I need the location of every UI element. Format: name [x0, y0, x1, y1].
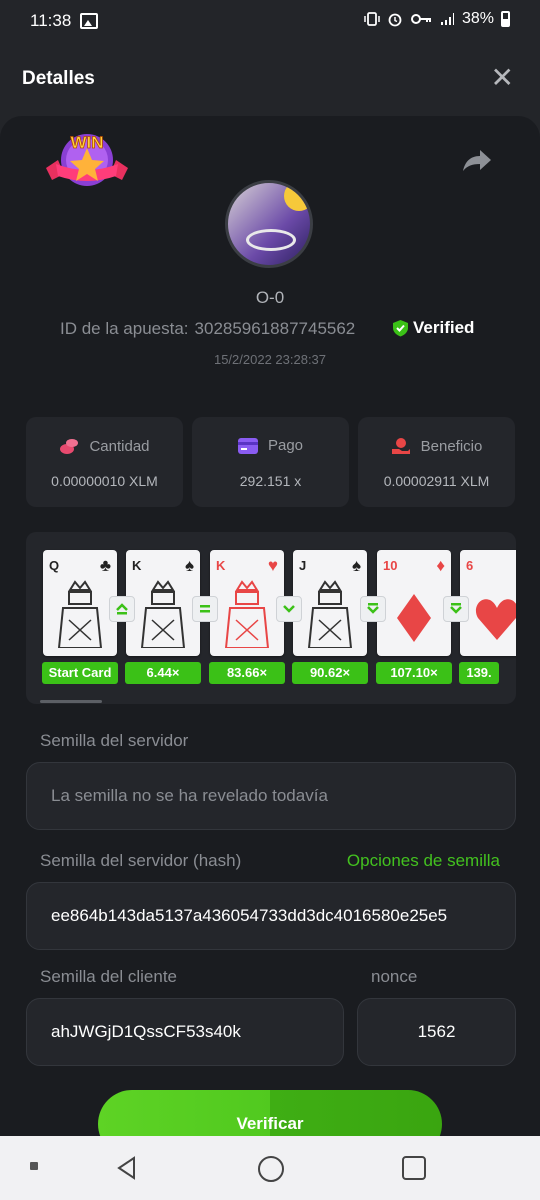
- close-icon[interactable]: ✕: [491, 64, 514, 92]
- stat-payout-value: 292.151 x: [239, 473, 302, 489]
- stat-amount-value: 0.00000010 XLM: [51, 473, 158, 489]
- lower-double-arrow-icon: [443, 596, 469, 622]
- lower-arrow-icon: [276, 596, 302, 622]
- card-suit: ♠: [184, 556, 194, 575]
- cards-history[interactable]: Q ♣ K ♠ K ♥ J ♠ 10 ♦ 6 ♥ Start Car: [26, 532, 516, 704]
- playing-card: K ♠: [126, 550, 200, 656]
- server-seed-hash-field[interactable]: ee864b143da5137a436054733dd3dc4016580e25…: [26, 882, 516, 950]
- diamond-pip-icon: [397, 594, 431, 642]
- image-notification-icon: [80, 13, 98, 29]
- horizontal-scrollbar[interactable]: [40, 700, 102, 703]
- key-icon: [410, 14, 431, 24]
- verified-label: Verified: [413, 318, 475, 337]
- status-bar: 11:38 38%: [0, 0, 540, 42]
- server-seed-value: La semilla no se ha revelado todavía: [51, 786, 328, 805]
- playing-card: K ♥: [210, 550, 284, 656]
- card-rank: J: [299, 558, 307, 573]
- server-seed-label: Semilla del servidor: [40, 731, 189, 750]
- seed-options-link[interactable]: Opciones de semilla: [347, 851, 500, 871]
- lower-double-arrow-icon: [360, 596, 386, 622]
- stat-profit-label: Beneficio: [420, 437, 483, 455]
- stat-profit-value: 0.00002911 XLM: [383, 473, 490, 489]
- emoji-sticker: [284, 183, 310, 211]
- multiplier-label: 90.62×: [292, 662, 368, 684]
- details-header: Detalles ✕: [0, 42, 540, 116]
- signal-icon: [440, 13, 454, 25]
- multiplier-label: 107.10×: [376, 662, 452, 684]
- hand-coin-icon: [391, 438, 410, 454]
- username: O-0: [255, 288, 285, 307]
- bet-id-value: 302859618877455​62: [194, 319, 356, 338]
- equal-arrow-icon: [192, 596, 218, 622]
- nonce-label: nonce: [371, 967, 418, 986]
- playing-card: J ♠: [293, 550, 367, 656]
- stat-amount: Cantidad 0.00000010 XLM: [26, 417, 183, 507]
- verified-badge: Verified: [392, 318, 474, 338]
- shield-check-icon: [393, 320, 408, 337]
- nonce-field[interactable]: 1562: [357, 998, 516, 1066]
- stat-payout-label: Pago: [267, 437, 304, 454]
- card-suit: ♦: [436, 556, 445, 575]
- client-seed-label: Semilla del cliente: [40, 967, 178, 986]
- verify-button-label: Verificar: [236, 1114, 304, 1133]
- card-rank: K: [132, 558, 142, 573]
- share-icon[interactable]: [462, 148, 492, 172]
- status-time: 11:38: [30, 11, 72, 30]
- nonce-value: 1562: [417, 1022, 456, 1041]
- multiplier-label: 139.: [459, 662, 499, 684]
- heart-pip-icon: [475, 599, 516, 640]
- card-rank: 6: [466, 558, 474, 573]
- multiplier-label: 83.66×: [209, 662, 285, 684]
- stat-profit: Beneficio 0.00002911 XLM: [358, 417, 515, 507]
- king-figure-icon: [57, 580, 103, 648]
- bet-date: 15/2/2022 23:28:37: [213, 352, 327, 367]
- stat-payout: Pago 292.151 x: [192, 417, 349, 507]
- multiplier-label: 6.44×: [125, 662, 201, 684]
- card-suit: ♣: [99, 556, 111, 575]
- avatar: [225, 180, 313, 268]
- card-icon: [237, 437, 258, 454]
- bet-id: ID de la apuesta: 302859618877455​62: [60, 319, 355, 339]
- server-seed-field[interactable]: La semilla no se ha revelado todavía: [26, 762, 516, 830]
- bet-id-label: ID de la apuesta:: [60, 319, 189, 338]
- server-seed-hash-value: ee864b143da5137a436054733dd3dc4016580e25…: [51, 906, 448, 925]
- card-rank: K: [216, 558, 226, 573]
- king-figure-icon: [140, 580, 186, 648]
- king-figure-icon: [307, 580, 353, 648]
- status-icons: 38%: [364, 10, 510, 28]
- client-seed-field[interactable]: ahJWGjD1QssCF53s40k: [26, 998, 344, 1066]
- king-figure-icon: [224, 580, 270, 648]
- server-seed-hash-label: Semilla del servidor (hash): [40, 851, 242, 870]
- alarm-icon: [388, 13, 402, 27]
- card-suit: ♠: [351, 556, 361, 575]
- win-badge: WIN: [46, 133, 128, 186]
- system-nav-bar: [0, 1136, 540, 1200]
- higher-arrow-icon: [109, 596, 135, 622]
- coins-icon: [60, 439, 79, 454]
- recent-apps-icon[interactable]: [402, 1156, 426, 1180]
- playing-card: 10 ♦: [377, 550, 451, 656]
- back-icon[interactable]: [116, 1156, 138, 1180]
- stat-amount-label: Cantidad: [89, 437, 150, 455]
- vibrate-icon: [364, 12, 380, 26]
- multiplier-label: Start Card: [42, 662, 118, 684]
- avatar-chain: [246, 229, 296, 251]
- battery-icon: [501, 11, 510, 27]
- battery-percent: 38%: [461, 10, 494, 27]
- playing-card: Q ♣: [43, 550, 117, 656]
- page-title: Detalles: [22, 68, 95, 89]
- home-icon[interactable]: [258, 1156, 284, 1182]
- nav-menu-icon[interactable]: [30, 1162, 38, 1170]
- card-suit: ♥: [267, 556, 278, 575]
- client-seed-value: ahJWGjD1QssCF53s40k: [51, 1022, 241, 1041]
- card-rank: Q: [49, 558, 60, 573]
- win-badge-text: WIN: [70, 133, 103, 152]
- card-rank: 10: [383, 558, 398, 573]
